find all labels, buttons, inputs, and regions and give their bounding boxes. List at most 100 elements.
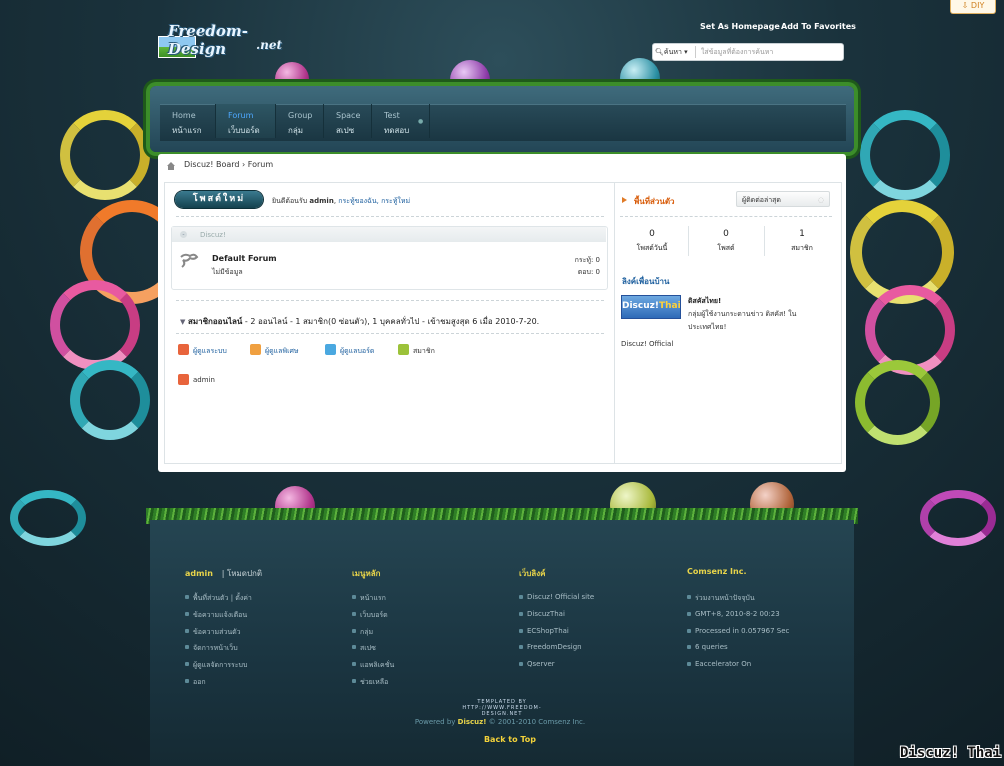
welcome-text: ยินดีต้อนรับ admin, กระทู้ของฉัน, กระทู้… [272, 197, 411, 205]
diy-button[interactable]: ⇩ DIY [950, 0, 996, 14]
watermark: Discuz! Thai [900, 745, 1002, 761]
online-summary: - 2 ออนไลน์ - 1 สมาชิก(0 ซ่อนตัว), 1 บุค… [242, 317, 540, 326]
footer-link[interactable]: หน้าแรก [352, 593, 386, 604]
footer-link[interactable]: พื้นที่ส่วนตัว | ตั้งค่า [185, 593, 252, 604]
footer-link[interactable]: ร่วมงานหน้าปัจจุบัน [687, 593, 755, 604]
footer-link[interactable]: จัดการหน้าเว็บ [185, 643, 238, 654]
nav-label-th: ทดสอบ [384, 126, 410, 135]
sidebar-divider [614, 182, 615, 463]
collapse-icon[interactable]: - [180, 231, 187, 238]
footer-link[interactable]: เว็บบอร์ด [352, 610, 388, 621]
breadcrumb-board[interactable]: Discuz! Board [184, 160, 239, 169]
collapse-arrow-icon: ▼ [180, 318, 186, 326]
search-input[interactable]: ใส่ข้อมูลที่ต้องการค้นหา [701, 46, 773, 58]
nav-label-en: Test [384, 111, 400, 120]
user-icon [178, 374, 189, 385]
footer-link[interactable]: ผู้ดูแลจัดการระบบ [185, 660, 247, 671]
nav-item-forum[interactable]: Forum เว็บบอร์ด [216, 104, 276, 138]
stat-number: 0 [649, 229, 655, 239]
search-type-select[interactable]: 🔍︎ค้นหา ▾ [655, 46, 696, 58]
powered-by: Powered by Discuz! © 2001-2010 Comsenz I… [380, 718, 620, 726]
chevron-icon: ◌ [817, 196, 824, 204]
footer-link[interactable]: ข้อความส่วนตัว [185, 627, 241, 638]
recent-contacts-button[interactable]: ผู้ติดต่อล่าสุด ◌ [736, 191, 830, 207]
templated-line2: HTTP://WWW.FREEDOM-DESIGN.NET [462, 705, 542, 717]
sidebar-title[interactable]: พื้นที่ส่วนตัว [634, 195, 675, 208]
footer-link[interactable]: Qserver [519, 660, 555, 668]
nav-label-th: สเปซ [336, 126, 355, 135]
decor-swirl-left-4 [70, 360, 150, 440]
footer-link[interactable]: กลุ่ม [352, 627, 373, 638]
footer-link[interactable]: ECShopThai [519, 627, 569, 635]
category-title[interactable]: Discuz! [200, 231, 226, 239]
dropdown-dot-icon: ● [418, 118, 424, 125]
footer-col3-head: เว็บลิงค์ [519, 569, 546, 578]
decor-swirl-right-1 [860, 110, 950, 200]
stat-divider [688, 226, 689, 256]
footer-username[interactable]: admin [185, 569, 213, 578]
welcome-user[interactable]: admin [309, 197, 333, 205]
stat-number: 0 [723, 229, 729, 239]
recent-contacts-label: ผู้ติดต่อล่าสุด [742, 196, 781, 204]
powered-brand[interactable]: Discuz! [458, 718, 487, 726]
add-favorites-link[interactable]: Add To Favorites [781, 22, 856, 31]
footer-link[interactable]: ช่วยเหลือ [352, 677, 388, 688]
category-header [172, 227, 606, 242]
footer-link[interactable]: FreedomDesign [519, 643, 582, 651]
nav-label-en: Group [288, 111, 313, 120]
decor-swirl-left-1 [60, 110, 150, 200]
divider [176, 333, 604, 335]
diy-label: DIY [970, 1, 985, 10]
footer-col1-head: admin | โหมดปกติ [185, 567, 262, 580]
nav-item-home[interactable]: Home หน้าแรก [160, 104, 216, 138]
decor-swirl-left-5 [10, 490, 86, 546]
footer-col4-head[interactable]: Comsenz Inc. [687, 567, 746, 576]
stat-label: สมาชิก [791, 244, 813, 252]
footer-link[interactable]: สเปซ [352, 643, 376, 654]
search-bar[interactable]: 🔍︎ค้นหา ▾ ใส่ข้อมูลที่ต้องการค้นหา [652, 43, 844, 61]
site-logo[interactable]: Freedom-Design .net [158, 22, 286, 58]
set-homepage-link[interactable]: Set As Homepage [700, 22, 780, 31]
official-link[interactable]: Discuz! Official [621, 340, 673, 348]
forum-thread-count: กระทู้: 0 [574, 256, 600, 264]
forum-name-link[interactable]: Default Forum [212, 254, 277, 263]
friend-link-name[interactable]: ดิสคัสไทย! [688, 296, 721, 307]
forum-icon [178, 251, 200, 271]
online-members-heading[interactable]: ▼ สมาชิกออนไลน์ - 2 ออนไลน์ - 1 สมาชิก(0… [180, 315, 539, 328]
user-icon [398, 344, 409, 355]
nav-item-space[interactable]: Space สเปซ [324, 104, 372, 138]
legend-label: ผู้ดูแลบอร์ด [340, 347, 375, 355]
footer-link[interactable]: Discuz! Official site [519, 593, 594, 601]
nav-label-en: Space [336, 111, 361, 120]
footer-link[interactable]: DiscuzThai [519, 610, 565, 618]
search-icon: 🔍︎ [655, 48, 664, 56]
link-logo-text: Discuz! [622, 301, 659, 311]
footer-link[interactable]: ข้อความแจ้งเตือน [185, 610, 247, 621]
decor-swirl-right-4 [855, 360, 940, 445]
stat-posts: 0 โพสต์ [696, 229, 756, 254]
nav-label-th: หน้าแรก [172, 126, 202, 135]
footer-mode[interactable]: | โหมดปกติ [222, 569, 262, 578]
breadcrumb-separator: › [242, 160, 246, 169]
nav-item-test[interactable]: Test ทดสอบ ● [372, 104, 430, 138]
forum-post-count: ตอบ: 0 [577, 268, 600, 276]
footer-link[interactable]: ออก [185, 677, 206, 688]
online-user-name[interactable]: admin [193, 376, 215, 384]
nav-item-group[interactable]: Group กลุ่ม [276, 104, 324, 138]
templated-by[interactable]: TEMPLATED BY HTTP://WWW.FREEDOM-DESIGN.N… [452, 699, 552, 717]
powered-rest: © 2001-2010 Comsenz Inc. [488, 718, 586, 726]
new-post-button[interactable]: โพสต์ใหม่ [175, 191, 263, 208]
user-icon [325, 344, 336, 355]
logo-subtext: .net [256, 38, 283, 52]
footer-col2-head: เมนูหลัก [352, 569, 381, 578]
nav-label-en: Home [172, 111, 196, 120]
footer-link[interactable]: แอพลิเคชั่น [352, 660, 394, 671]
welcome-links[interactable]: กระทู้ของฉัน, กระทู้ใหม่ [338, 197, 410, 205]
decor-swirl-left-3 [50, 280, 140, 370]
footer-info: GMT+8, 2010-8-2 00:23 [687, 610, 780, 618]
stat-members: 1 สมาชิก [772, 229, 832, 254]
home-icon[interactable] [166, 161, 176, 171]
breadcrumb-forum[interactable]: Forum [248, 160, 273, 169]
discuz-thai-logo[interactable]: Discuz!Thai [621, 295, 681, 319]
back-to-top-link[interactable]: Back to Top [470, 735, 550, 744]
